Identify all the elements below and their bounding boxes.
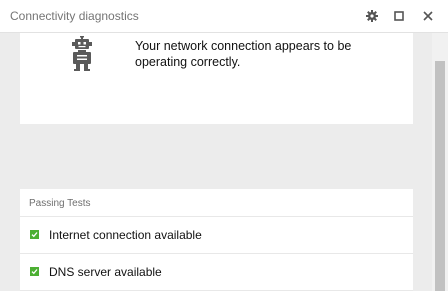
test-label: Internet connection available: [49, 228, 202, 242]
maximize-icon: [394, 11, 404, 21]
test-row: DNS server available: [20, 254, 413, 291]
close-icon: [423, 11, 433, 21]
passing-tests-card: Passing Tests Internet connection availa…: [20, 189, 413, 291]
tests-header: Passing Tests: [20, 189, 413, 217]
robot-icon: [72, 36, 92, 71]
check-icon: [30, 267, 39, 276]
settings-button[interactable]: [362, 6, 382, 26]
gear-icon: [366, 10, 378, 22]
scrollbar-thumb[interactable]: [435, 61, 445, 291]
diagnostics-content: Your network connection appears to be op…: [0, 33, 432, 291]
test-label: DNS server available: [49, 265, 162, 279]
vertical-scrollbar[interactable]: [432, 33, 448, 291]
window-title: Connectivity diagnostics: [10, 9, 139, 23]
test-row: Internet connection available: [20, 217, 413, 254]
status-card: Your network connection appears to be op…: [20, 33, 413, 124]
title-bar: Connectivity diagnostics: [0, 0, 448, 33]
close-button[interactable]: [418, 6, 438, 26]
status-message: Your network connection appears to be op…: [135, 39, 352, 69]
check-icon: [30, 230, 39, 239]
maximize-button[interactable]: [389, 6, 409, 26]
